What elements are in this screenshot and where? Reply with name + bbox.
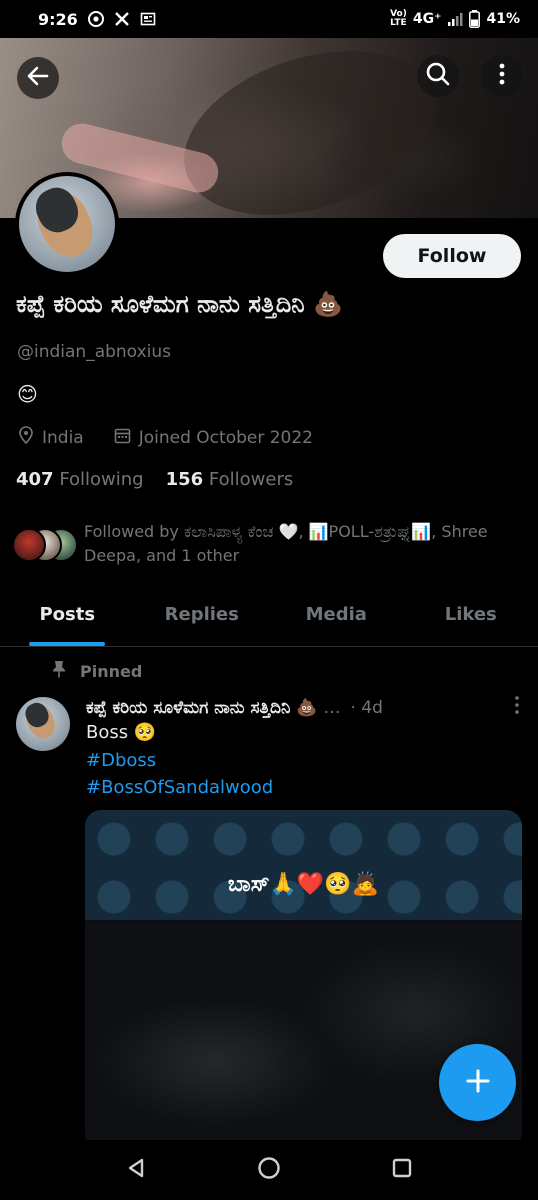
- location-text: India: [42, 427, 84, 448]
- following-label: Following: [59, 469, 144, 490]
- followed-by[interactable]: Followed by ಕಲಾಸಿಪಾಳ್ಯ ಕೆಂಚ 🤍, 📊POLL-ಶತ್…: [12, 520, 528, 568]
- media-video-frame: [85, 922, 522, 1150]
- status-bar: 9:26 Vo) LTE 4G⁺ 41%: [0, 0, 538, 38]
- followers-count: 156: [165, 469, 204, 490]
- battery-percent: 41%: [486, 11, 520, 27]
- avatar: [12, 528, 46, 562]
- system-nav-bar: [0, 1140, 538, 1200]
- follow-button[interactable]: Follow: [383, 234, 521, 278]
- following-count: 407: [16, 469, 54, 490]
- pinned-label: Pinned: [80, 661, 143, 681]
- plus-icon: [464, 1067, 492, 1099]
- volte-indicator: Vo) LTE: [390, 10, 407, 28]
- post-time[interactable]: · 4d: [351, 698, 383, 718]
- battery-icon: [469, 10, 481, 28]
- tab-label: Media: [305, 604, 367, 625]
- tab-label: Likes: [444, 604, 497, 625]
- tab-media[interactable]: Media: [269, 592, 404, 646]
- bio: 😊: [17, 382, 38, 406]
- followed-by-text: Followed by ಕಲಾಸಿಪಾಳ್ಯ ಕೆಂಚ 🤍, 📊POLL-ಶತ್…: [84, 522, 488, 565]
- followers-label: Followers: [208, 469, 294, 490]
- tab-posts[interactable]: Posts: [0, 592, 135, 646]
- media-caption: ಬಾಸ್🙏❤️🥺🙇: [227, 872, 380, 897]
- following-link[interactable]: 407 Following: [16, 469, 144, 490]
- signal-icon: [447, 12, 463, 26]
- pin-icon: [52, 660, 66, 682]
- media-pattern-header: [85, 810, 522, 920]
- profile-meta: India Joined October 2022: [18, 426, 313, 449]
- arrow-left-icon: [25, 63, 51, 93]
- chrome-icon: [87, 11, 104, 27]
- user-handle: @indian_abnoxius: [17, 342, 171, 362]
- joined-date: Joined October 2022: [138, 427, 314, 448]
- post-avatar[interactable]: [16, 697, 70, 751]
- post-text: Boss 🥺: [86, 722, 157, 743]
- pinned-indicator: Pinned: [52, 660, 142, 682]
- compose-button[interactable]: [439, 1044, 516, 1121]
- back-button[interactable]: [17, 57, 59, 99]
- profile-tabs: Posts Replies Media Likes: [0, 592, 538, 647]
- tab-label: Posts: [39, 604, 96, 625]
- hashtag-link[interactable]: #BossOfSandalwood: [86, 777, 273, 798]
- network-type: 4G⁺: [412, 11, 442, 27]
- followers-link[interactable]: 156 Followers: [166, 469, 294, 490]
- volte-bottom: LTE: [390, 18, 407, 28]
- back-triangle-icon[interactable]: [125, 1157, 147, 1183]
- tab-replies[interactable]: Replies: [135, 592, 270, 646]
- recents-square-icon[interactable]: [391, 1157, 413, 1183]
- banner-image-shade: [163, 38, 457, 218]
- post-header: ಕಪ್ಪೆ ಕರಿಯ ಸೂಳೆಮಗ ನಾನು ಸತ್ತಿದಿನಿ 💩 … · 4…: [86, 695, 526, 720]
- post-author-ellipsis: …: [323, 697, 341, 718]
- followed-by-avatars: [12, 528, 80, 564]
- active-tab-indicator: [29, 642, 106, 646]
- news-icon: [140, 11, 156, 27]
- tab-label: Replies: [164, 604, 239, 625]
- post-author[interactable]: ಕಪ್ಪೆ ಕರಿಯ ಸೂಳೆಮಗ ನಾನು ಸತ್ತಿದಿನಿ 💩: [86, 698, 318, 718]
- x-icon: [114, 11, 130, 27]
- post-more-icon[interactable]: [514, 695, 520, 720]
- search-icon: [425, 61, 451, 91]
- home-circle-icon[interactable]: [257, 1156, 281, 1184]
- profile-avatar[interactable]: [15, 172, 119, 276]
- hashtag-link[interactable]: #Dboss: [86, 750, 156, 771]
- search-button[interactable]: [417, 55, 459, 97]
- more-vertical-icon: [489, 61, 515, 91]
- tab-likes[interactable]: Likes: [404, 592, 538, 646]
- status-time: 9:26: [38, 9, 78, 29]
- more-options-button[interactable]: [481, 55, 523, 97]
- display-name: ಕಪ್ಪೆ ಕರಿಯ ಸೂಳೆಮಗ ನಾನು ಸತ್ತಿದಿನಿ 💩: [16, 290, 343, 318]
- follow-counts: 407 Following 156 Followers: [16, 469, 293, 490]
- location-pin-icon: [18, 426, 34, 449]
- calendar-icon: [114, 427, 131, 449]
